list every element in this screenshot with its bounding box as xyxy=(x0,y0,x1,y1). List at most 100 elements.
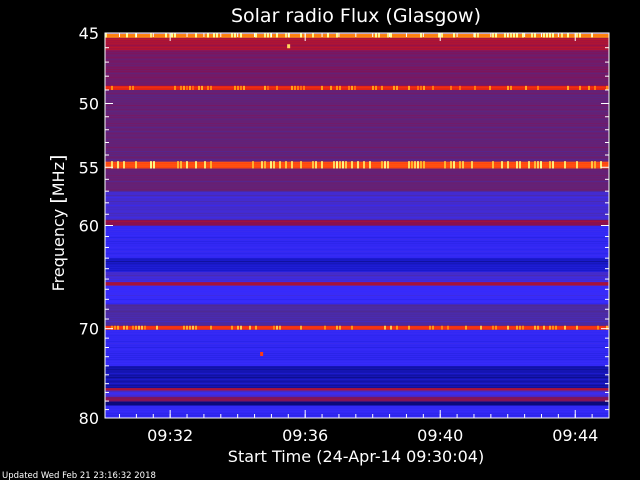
speckle xyxy=(510,85,512,90)
speckle xyxy=(336,161,338,169)
speckle xyxy=(423,161,425,169)
speckle xyxy=(567,85,569,90)
speckle xyxy=(276,33,278,38)
speckle xyxy=(174,85,176,90)
speckle xyxy=(303,85,305,90)
x-tick-label: 09:44 xyxy=(552,426,598,445)
speckle xyxy=(207,33,209,38)
speckle xyxy=(207,85,209,90)
texture-line xyxy=(105,143,609,144)
texture-line xyxy=(105,285,609,286)
speckle xyxy=(408,325,410,330)
speckle xyxy=(543,325,545,330)
speckle xyxy=(387,33,389,38)
speckle xyxy=(429,325,431,330)
speckle xyxy=(171,33,173,38)
texture-line xyxy=(105,135,609,136)
speckle xyxy=(300,161,302,169)
speckle xyxy=(327,33,329,38)
speckle xyxy=(549,325,551,330)
texture-line xyxy=(105,391,609,392)
texture-line xyxy=(105,225,609,226)
speckle xyxy=(564,161,566,169)
speckle xyxy=(492,161,494,169)
speckle xyxy=(390,325,392,330)
frequency-band xyxy=(105,219,609,226)
speckle xyxy=(357,161,359,169)
texture-line xyxy=(105,139,609,140)
speckle xyxy=(336,33,338,38)
texture-line xyxy=(105,141,609,142)
texture-line xyxy=(105,383,609,384)
speckle xyxy=(420,85,422,90)
speckle xyxy=(522,325,524,330)
speckle xyxy=(183,85,185,90)
speckle xyxy=(243,85,245,90)
texture-line xyxy=(105,281,609,282)
speckle xyxy=(351,85,353,90)
speckle xyxy=(567,33,569,38)
y-tick-label: 70 xyxy=(79,320,99,339)
speckle xyxy=(552,161,554,169)
texture-line xyxy=(105,83,609,84)
speckle xyxy=(210,325,212,330)
texture-line xyxy=(105,237,609,238)
texture-line xyxy=(105,113,609,114)
texture-line xyxy=(105,303,609,304)
texture-line xyxy=(105,179,609,180)
texture-line xyxy=(105,43,609,44)
speckle xyxy=(459,161,461,169)
speckle xyxy=(264,85,266,90)
texture-line xyxy=(105,41,609,42)
speckle xyxy=(180,161,182,169)
y-axis-label-unit: MHz xyxy=(49,162,68,196)
texture-line xyxy=(105,373,609,374)
texture-line xyxy=(105,189,609,190)
texture-line xyxy=(105,291,609,292)
speckle xyxy=(312,33,314,38)
texture-line xyxy=(105,309,609,310)
texture-line xyxy=(105,197,609,198)
speckle xyxy=(447,325,449,330)
speckle xyxy=(537,85,539,90)
speckle xyxy=(516,325,518,330)
speckle xyxy=(504,33,506,38)
speckle xyxy=(381,161,383,169)
texture-line xyxy=(105,385,609,386)
speckle xyxy=(123,325,125,330)
texture-line xyxy=(105,187,609,188)
texture-line xyxy=(105,213,609,214)
texture-line xyxy=(105,245,609,246)
speckle xyxy=(516,161,518,169)
speckle xyxy=(510,33,512,38)
speckle xyxy=(291,85,293,90)
speckle xyxy=(153,161,155,169)
speckle xyxy=(126,33,128,38)
speckle xyxy=(195,33,197,38)
y-axis-bracket-open: [ xyxy=(47,196,69,203)
x-tick-label: 09:32 xyxy=(147,426,193,445)
texture-line xyxy=(105,195,609,196)
speckle xyxy=(465,325,467,330)
texture-line xyxy=(105,201,609,202)
texture-line xyxy=(105,247,609,248)
speckle xyxy=(345,161,347,169)
radio-burst xyxy=(287,44,291,49)
speckle xyxy=(513,33,515,38)
radio-burst xyxy=(260,351,264,356)
texture-line xyxy=(105,133,609,134)
speckle xyxy=(489,85,491,90)
texture-line xyxy=(105,169,609,170)
texture-line xyxy=(105,175,609,176)
speckle xyxy=(375,33,377,38)
speckle xyxy=(138,325,140,330)
texture-line xyxy=(105,183,609,184)
speckle xyxy=(459,85,461,90)
speckle xyxy=(195,161,197,169)
texture-line xyxy=(105,259,609,260)
speckle xyxy=(291,161,293,169)
speckle xyxy=(588,85,590,90)
speckle xyxy=(273,161,275,169)
texture-line xyxy=(105,287,609,288)
speckle xyxy=(354,85,356,90)
